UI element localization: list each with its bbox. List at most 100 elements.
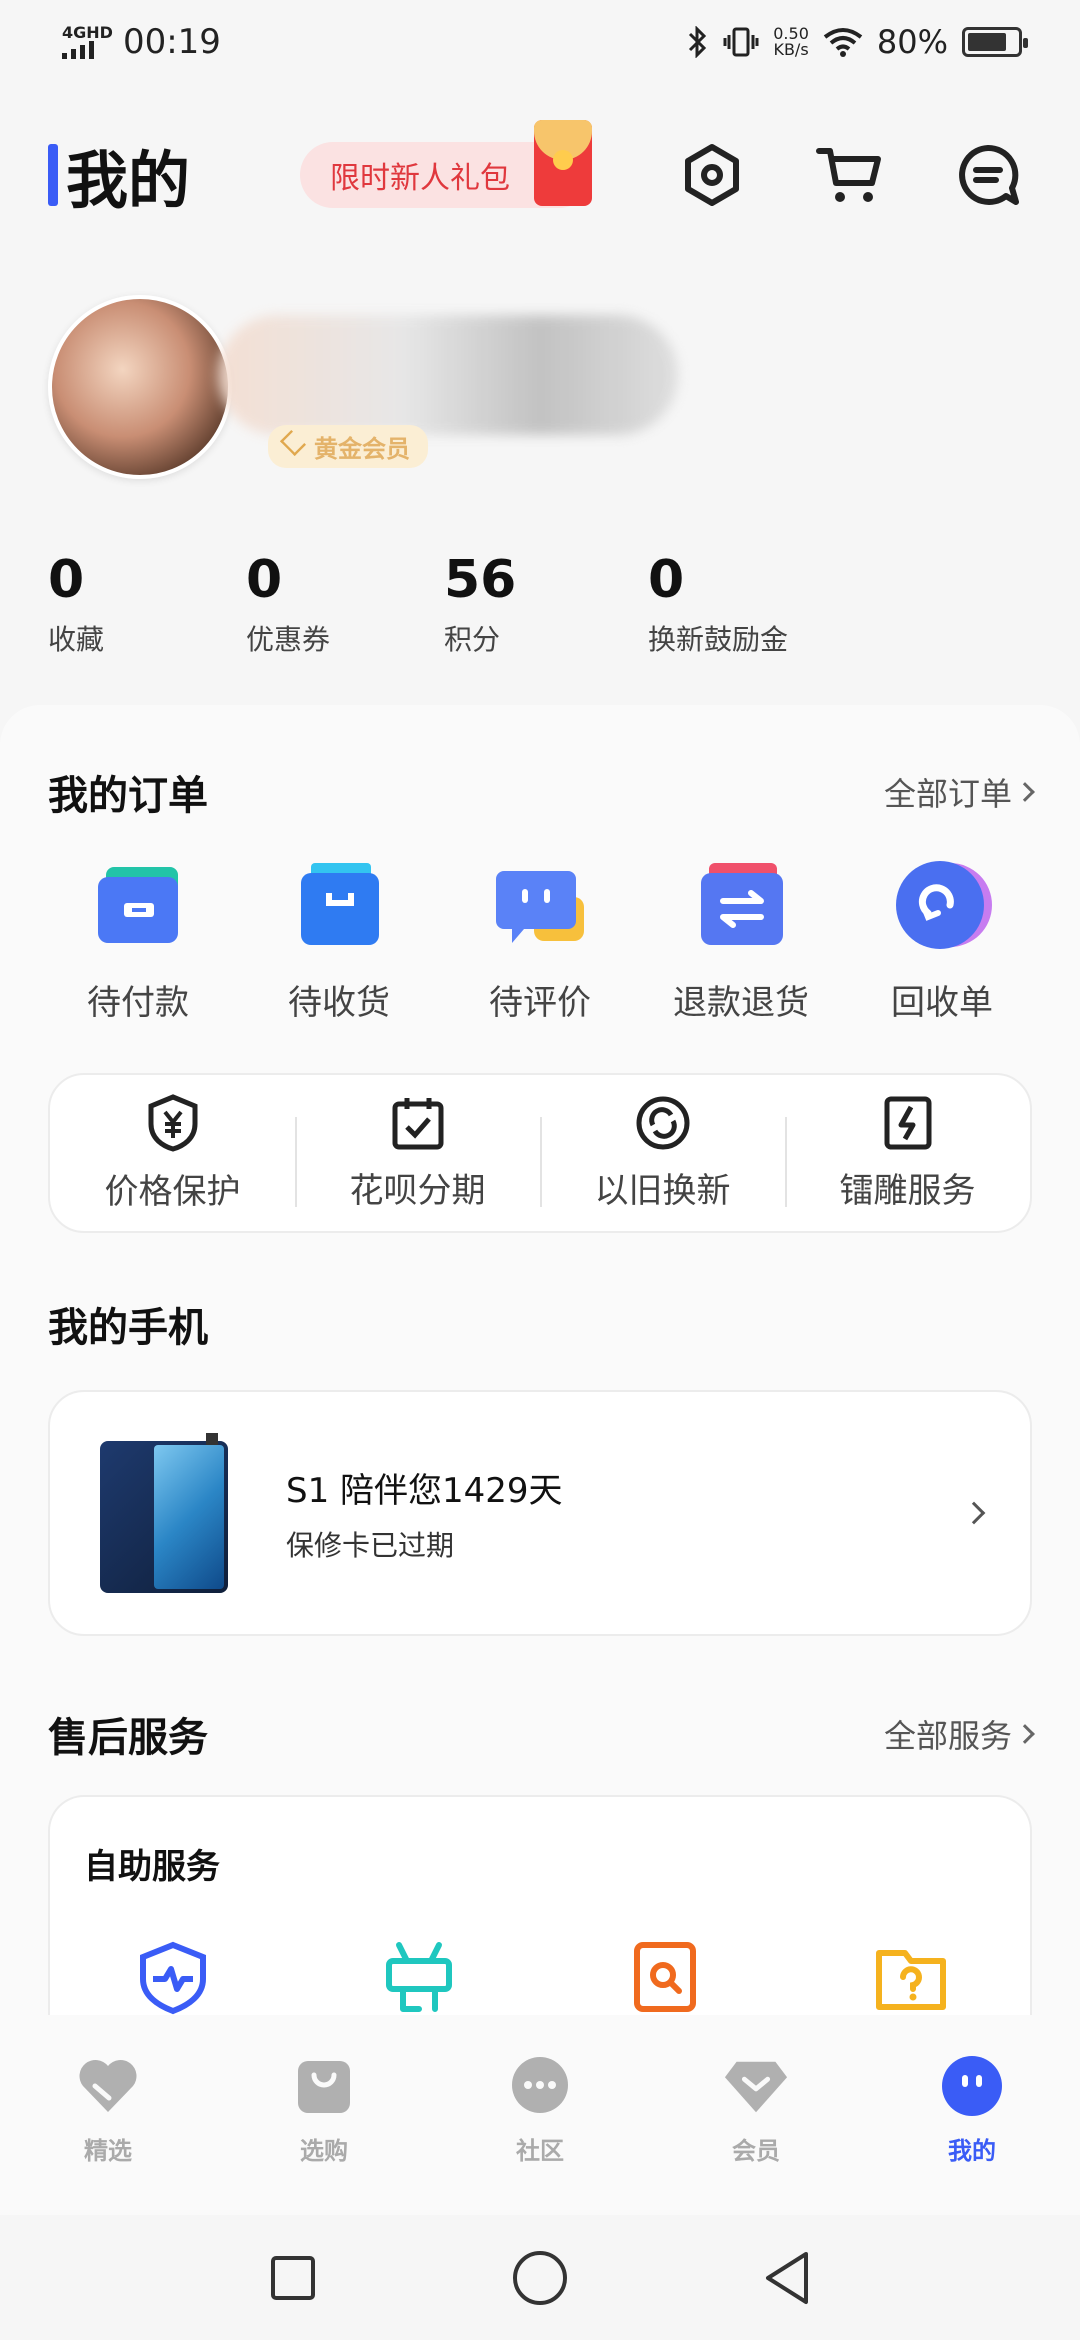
- service-label: 镭雕服务: [839, 1170, 976, 1211]
- order-label: 退款退货: [673, 983, 809, 1023]
- page-header: 我的 限时新人礼包: [48, 120, 1032, 220]
- self-service-title: 自助服务: [84, 1847, 220, 1887]
- tab-featured[interactable]: 精选: [33, 2055, 183, 2215]
- order-pending-payment[interactable]: 待付款: [48, 855, 228, 1024]
- bluetooth-icon: [689, 26, 707, 58]
- battery-icon: [962, 27, 1028, 57]
- avatar[interactable]: [48, 295, 232, 479]
- comment-icon: [490, 855, 590, 955]
- vibrate-icon: [723, 27, 759, 57]
- engrave-icon: [884, 1096, 931, 1149]
- stat-label: 收藏: [48, 623, 105, 656]
- bag-icon: [289, 855, 389, 955]
- system-nav-bar: [0, 2215, 1080, 2340]
- member-level: 黄金会员: [314, 435, 410, 463]
- order-recycle[interactable]: 回收单: [852, 855, 1032, 1024]
- help-folder-button[interactable]: [871, 1937, 951, 2017]
- my-phone-header: 我的手机: [48, 1295, 1032, 1353]
- message-button[interactable]: [944, 131, 1032, 219]
- network-indicator: 4GHD: [62, 25, 113, 59]
- tab-mine[interactable]: 我的: [897, 2055, 1047, 2215]
- order-pending-receipt[interactable]: 待收货: [249, 855, 429, 1024]
- all-services-label: 全部服务: [883, 1717, 1012, 1755]
- stat-favorites[interactable]: 0 收藏: [48, 550, 246, 658]
- network-speed: 0.50 KB/s: [773, 26, 809, 58]
- stat-value: 56: [444, 550, 517, 610]
- settings-button[interactable]: [668, 131, 756, 219]
- order-pending-review[interactable]: 待评价: [450, 855, 630, 1024]
- promo-label: 限时新人礼包: [330, 161, 511, 196]
- repair-icon: [386, 1942, 452, 2012]
- stat-trade-in-fund[interactable]: 0 换新鼓励金: [648, 550, 788, 658]
- order-label: 待评价: [489, 983, 591, 1023]
- tab-shop[interactable]: 选购: [249, 2055, 399, 2215]
- recycle-icon: [892, 855, 992, 955]
- battery-fill: [968, 33, 1007, 51]
- network-type: 4GHD: [62, 23, 113, 42]
- order-label: 待收货: [288, 983, 390, 1023]
- face-icon: [939, 2055, 1005, 2117]
- message-icon: [959, 144, 1019, 205]
- search-doc-button[interactable]: [625, 1937, 705, 2017]
- engraving-item[interactable]: 镭雕服务: [785, 1095, 1030, 1212]
- phone-name: S1 陪伴您1429天: [286, 1470, 563, 1511]
- back-button[interactable]: [757, 2248, 817, 2308]
- status-left: 4GHD 00:19: [62, 22, 221, 62]
- health-check-button[interactable]: [133, 1937, 213, 2017]
- shopping-bag-icon: [291, 2055, 357, 2117]
- square-icon: [271, 2255, 316, 2300]
- tab-community[interactable]: 社区: [465, 2055, 615, 2215]
- speed-unit: KB/s: [773, 40, 809, 59]
- circle-icon: [512, 2250, 567, 2305]
- chevron-right-icon: [1015, 782, 1035, 802]
- home-button[interactable]: [510, 2248, 570, 2308]
- stats-row: 0 收藏 0 优惠券 56 积分 0 换新鼓励金: [48, 550, 788, 658]
- aftersales-title: 售后服务: [48, 1715, 208, 1761]
- chevron-right-icon: [962, 1501, 986, 1525]
- wifi-icon: [823, 28, 863, 57]
- service-label: 花呗分期: [349, 1170, 486, 1211]
- warranty-status: 保修卡已过期: [286, 1528, 455, 1562]
- cart-button[interactable]: [806, 131, 894, 219]
- all-orders-link[interactable]: 全部订单: [884, 769, 1035, 815]
- new-user-gift-button[interactable]: 限时新人礼包: [300, 120, 593, 208]
- installment-item[interactable]: 花呗分期: [295, 1095, 540, 1212]
- stat-points[interactable]: 56 积分: [444, 550, 648, 658]
- order-refund[interactable]: 退款退货: [651, 855, 831, 1024]
- price-protection-item[interactable]: 价格保护: [50, 1093, 295, 1213]
- profile-section[interactable]: 黄金会员: [48, 295, 698, 485]
- stat-label: 优惠券: [246, 623, 331, 656]
- heart-icon: [75, 2055, 141, 2117]
- username-redacted: [218, 315, 678, 435]
- page-title: 我的: [66, 144, 191, 217]
- diamond-icon: [723, 2055, 789, 2117]
- tab-label: 我的: [948, 2137, 996, 2165]
- settings-icon: [685, 144, 739, 206]
- tab-membership[interactable]: 会员: [681, 2055, 831, 2215]
- order-label: 待付款: [87, 983, 189, 1023]
- all-services-link[interactable]: 全部服务: [883, 1711, 1035, 1757]
- health-check-icon: [140, 1941, 206, 2015]
- status-bar: 4GHD 00:19 0.50 KB/s 80%: [0, 0, 1080, 84]
- title-accent-bar: [48, 144, 58, 206]
- chevron-right-icon: [1015, 1724, 1035, 1744]
- price-shield-icon: [148, 1093, 197, 1152]
- recents-button[interactable]: [263, 2248, 323, 2308]
- bottom-tab-bar: 精选 选购 社区 会员 我的: [0, 2015, 1080, 2215]
- refund-icon: [691, 855, 791, 955]
- red-packet-icon: [534, 120, 593, 206]
- my-phone-card[interactable]: S1 陪伴您1429天 保修卡已过期: [48, 1390, 1032, 1636]
- stat-label: 积分: [444, 623, 501, 656]
- my-phone-title: 我的手机: [48, 1305, 208, 1351]
- orders-title: 我的订单: [48, 773, 208, 819]
- member-badge[interactable]: 黄金会员: [268, 425, 428, 468]
- repair-button[interactable]: [379, 1937, 459, 2017]
- trade-in-item[interactable]: 以旧换新: [540, 1095, 785, 1212]
- crown-icon: [279, 429, 307, 457]
- stat-label: 换新鼓励金: [648, 623, 789, 656]
- wallet-icon: [88, 855, 188, 955]
- tab-label: 选购: [300, 2137, 348, 2165]
- battery-text: 80%: [876, 23, 948, 61]
- header-actions: [668, 131, 1032, 219]
- stat-coupons[interactable]: 0 优惠券: [246, 550, 444, 658]
